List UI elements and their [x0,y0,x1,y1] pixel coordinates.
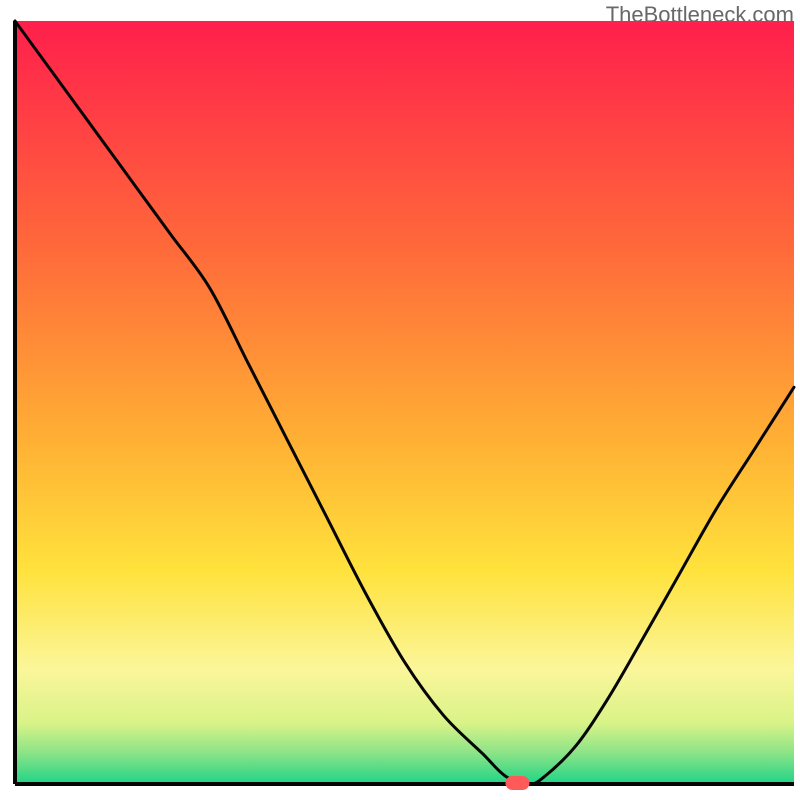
bottleneck-chart [0,0,800,800]
chart-background [15,21,794,784]
chart-container: TheBottleneck.com [0,0,800,800]
optimal-marker [505,776,529,790]
watermark-text: TheBottleneck.com [606,2,794,28]
